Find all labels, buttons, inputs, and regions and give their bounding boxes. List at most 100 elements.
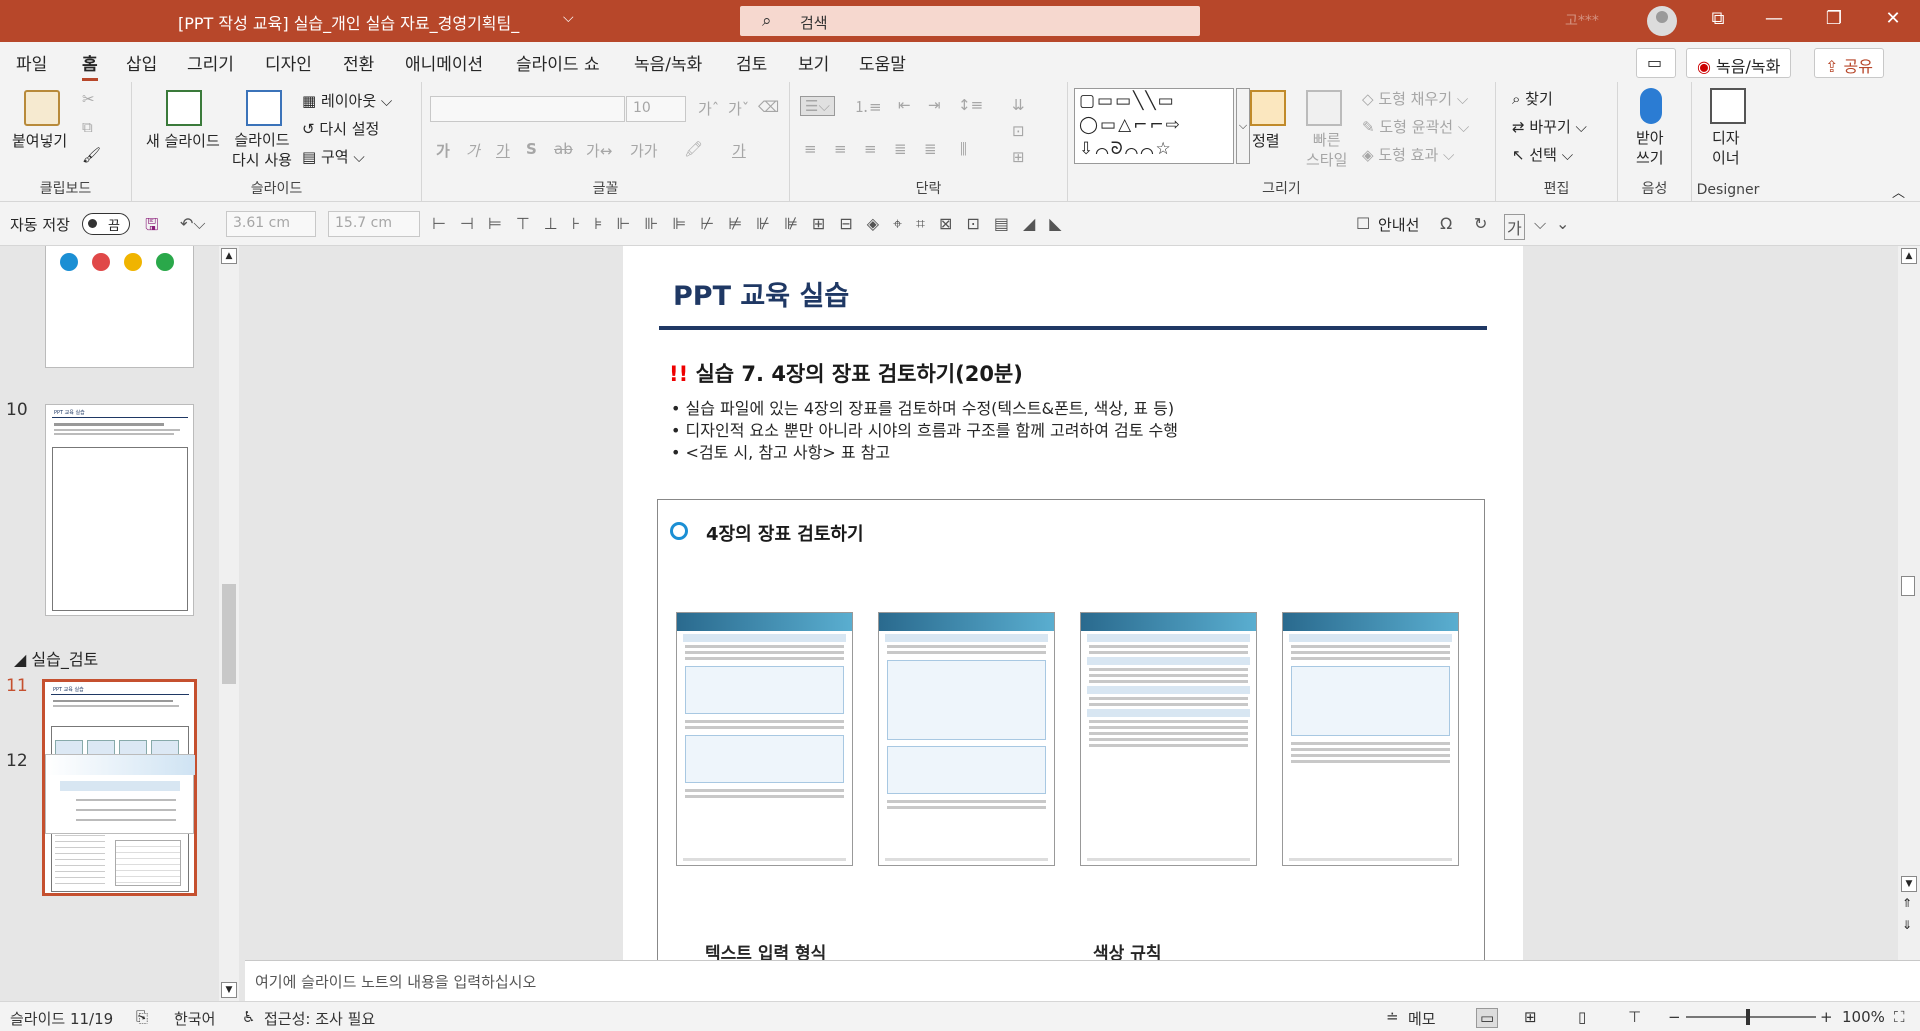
tab-draw[interactable]: 그리기 [187,50,234,75]
align-center-icon[interactable]: ≡ [834,140,847,158]
caption-text-format[interactable]: 텍스트 입력 형식 [705,939,826,960]
font-family-select[interactable] [430,96,625,122]
tab-insert[interactable]: 삽입 [126,50,157,75]
collapse-ribbon-icon[interactable]: ︿ [1892,182,1905,201]
autosave-toggle[interactable]: 끔 [82,213,130,235]
notes-pane[interactable]: 여기에 슬라이드 노트의 내용을 입력하십시오 [245,960,1920,1001]
align-right-icon[interactable]: ≡ [864,140,877,158]
layout-button[interactable]: ▦ 레이아웃 ⌵ [302,90,392,111]
align-left-icon[interactable]: ≡ [804,140,817,158]
slide[interactable]: PPT 교육 실습 !! 실습 7. 4장의 장표 검토하기(20분) 실습 파… [623,246,1523,960]
scroll-up-icon[interactable]: ▲ [1901,248,1917,264]
tab-record[interactable]: 녹음/녹화 [634,50,702,75]
zoom-out-icon[interactable]: − [1668,1008,1681,1026]
fit-slide-icon[interactable]: ⛶ [1894,1008,1905,1026]
reading-view-icon[interactable]: ▯ [1578,1008,1586,1026]
tab-slideshow[interactable]: 슬라이드 쇼 [516,50,600,75]
normal-view-icon[interactable]: ▭ [1476,1008,1499,1028]
bullet-list[interactable]: 실습 파일에 있는 4장의 장표를 검토하며 수정(텍스트&폰트, 색상, 표 … [671,398,1178,464]
customize-qat-icon[interactable]: ⌄ [1556,214,1569,233]
increase-indent-icon[interactable]: ⇥ [928,96,941,114]
notes-button[interactable]: 메모 [1408,1008,1436,1029]
guides-label[interactable]: 안내선 [1378,214,1419,235]
chevron-down-icon[interactable]: ⌵ [563,10,574,26]
document-title[interactable]: [PPT 작성 교육] 실습_개인 실습 자료_경영기획팀_ [178,10,519,34]
minimize-icon[interactable]: — [1759,8,1789,29]
caption-color-rules[interactable]: 색상 규칙 [1093,939,1161,960]
copy-icon[interactable]: ⧉ [82,118,93,136]
microphone-icon[interactable] [1640,88,1662,124]
slideshow-icon[interactable]: ⊤ [1628,1008,1641,1026]
slide-preview[interactable] [1080,612,1257,866]
section-header[interactable]: ◢ 실습_검토 [14,646,98,670]
clear-format-icon[interactable]: ⌫ [758,98,779,116]
smartart-icon[interactable]: ⊞ [1012,148,1025,166]
tab-file[interactable]: 파일 [16,50,47,75]
slide-preview[interactable] [878,612,1055,866]
ribbon-display-icon[interactable]: ⧉ [1703,8,1733,29]
checkbox-icon[interactable]: ☐ [1356,214,1370,233]
find-button[interactable]: ⌕ 찾기 [1512,88,1553,109]
slide-subtitle[interactable]: !! 실습 7. 4장의 장표 검토하기(20분) [669,358,1023,388]
language-indicator[interactable]: 한국어 [174,1008,215,1029]
new-slide-button[interactable]: 새 슬라이드 [146,130,220,151]
italic-icon[interactable]: 가 [466,140,480,161]
record-button[interactable]: ◉ 녹음/녹화 [1686,48,1792,78]
previous-slide-icon[interactable]: ⇑ [1902,896,1912,910]
reset-button[interactable]: ↺ 다시 설정 [302,118,379,139]
paste-button[interactable]: 붙여넣기 [12,130,67,151]
shape-height-field[interactable]: 3.61 cm [226,211,316,237]
numbering-icon[interactable]: ⒈≡ [854,96,882,117]
share-button[interactable]: ⇪ 공유 [1814,48,1884,78]
char-spacing-icon[interactable]: 가↔ [586,140,612,161]
line-spacing-icon[interactable]: ↕≡ [958,96,983,114]
designer-button[interactable]: 디자 이너 [1712,128,1740,168]
select-button[interactable]: ↖ 선택 ⌵ [1512,144,1573,165]
close-icon[interactable]: ✕ [1878,8,1908,29]
grow-font-icon[interactable]: 가ˆ [698,98,719,119]
strikethrough-icon[interactable]: ab [554,140,573,158]
chevron-down-icon[interactable]: ⌵ [1534,214,1546,234]
text-box-icon[interactable]: 가 [1504,214,1525,240]
columns-icon[interactable]: ⫼ [960,140,967,158]
tab-animations[interactable]: 애니메이션 [405,50,483,75]
scroll-up-icon[interactable]: ▲ [221,248,237,264]
reuse-slides-button[interactable]: 슬라이드 다시 사용 [232,130,292,170]
tab-help[interactable]: 도움말 [859,50,906,75]
reuse-slides-icon[interactable] [246,90,282,126]
shape-fill-button[interactable]: ◇ 도형 채우기 ⌵ [1362,88,1468,109]
comments-icon[interactable]: ▭ [1636,48,1676,78]
thumbnail-scrollbar[interactable]: ▲ ▼ [219,246,239,1001]
slide-thumbnail[interactable] [45,754,195,834]
justify-icon[interactable]: ≣ [894,140,907,158]
tab-review[interactable]: 검토 [736,50,767,75]
align-text-icon[interactable]: ⊡ [1012,122,1025,140]
slide-scrollbar[interactable]: ▲ ▼ ⇑ ⇓ [1898,246,1920,960]
new-slide-icon[interactable] [166,90,202,126]
scroll-thumb[interactable] [1901,576,1915,596]
search-box[interactable]: ⌕ 검색 [740,6,1200,36]
next-slide-icon[interactable]: ⇓ [1902,918,1912,932]
notes-icon[interactable]: ≐ [1386,1008,1399,1026]
shadow-icon[interactable]: S [526,140,537,158]
change-case-icon[interactable]: 가가 [630,140,658,161]
restore-icon[interactable]: ❐ [1819,8,1849,29]
quick-styles-icon[interactable] [1306,90,1342,126]
zoom-in-icon[interactable]: + [1820,1008,1833,1026]
zoom-slider[interactable] [1686,1009,1816,1025]
tab-transitions[interactable]: 전환 [343,50,374,75]
scroll-thumb[interactable] [222,584,236,684]
scroll-down-icon[interactable]: ▼ [221,982,237,998]
arrange-button[interactable]: 정렬 [1252,130,1280,151]
font-size-select[interactable]: 10 [626,96,686,122]
spelling-icon[interactable]: ⎘ [136,1008,148,1026]
omega-icon[interactable]: Ω [1440,214,1452,233]
align-tools-icons[interactable]: ⊢⊣⊨⊤⊥⊦⊧⊩⊪⊫⊬⊭⊮⊯⊞⊟◈⌖⌗⊠⊡▤◢◣ [432,214,1076,234]
distributed-icon[interactable]: ≣ [924,140,937,158]
tab-design[interactable]: 디자인 [265,50,312,75]
underline-icon[interactable]: 가 [496,140,510,161]
font-color-icon[interactable]: 가 [732,140,746,161]
save-icon[interactable]: 🖫 [145,214,159,241]
tab-home[interactable]: 홈 [82,50,98,81]
slide-sorter-icon[interactable]: ⊞ [1524,1008,1537,1026]
